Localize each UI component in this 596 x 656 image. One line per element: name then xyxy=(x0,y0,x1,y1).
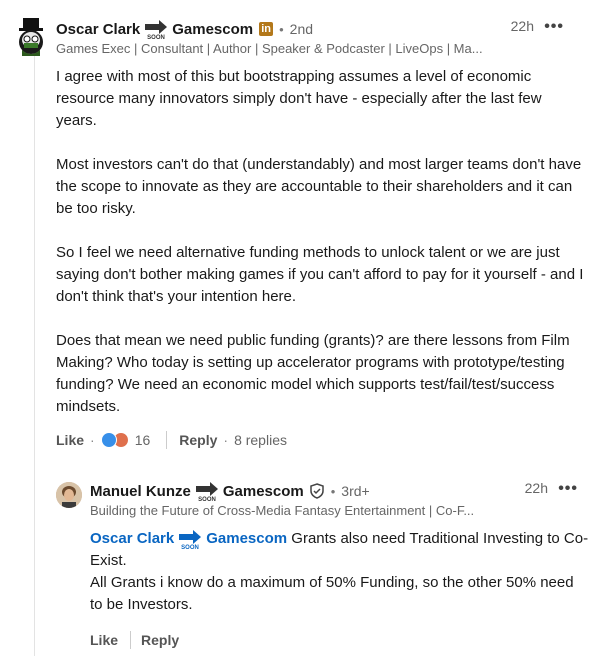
reactions[interactable] xyxy=(100,432,129,448)
reply-button[interactable]: Reply xyxy=(179,432,217,448)
svg-text:SOON: SOON xyxy=(181,545,199,550)
soon-arrow-icon: SOON xyxy=(179,530,202,550)
comment-body: I agree with most of this but bootstrapp… xyxy=(56,66,586,440)
divider xyxy=(166,431,168,449)
author-headline: Building the Future of Cross-Media Fanta… xyxy=(90,503,475,518)
replies-count-link[interactable]: 8 replies xyxy=(234,432,287,448)
more-options-icon[interactable]: ••• xyxy=(544,18,564,36)
manuel-avatar[interactable] xyxy=(56,482,82,508)
author-name-event[interactable]: Gamescom xyxy=(172,21,253,38)
soon-arrow-icon: SOON xyxy=(145,20,168,40)
linkedin-badge-icon: in xyxy=(259,22,274,36)
author-name[interactable]: Oscar Clark xyxy=(56,21,140,38)
more-options-icon[interactable]: ••• xyxy=(558,480,578,498)
reply-header: Manuel Kunze SOON Gamescom • 3rd+ Buildi… xyxy=(90,480,582,518)
comment-header: Oscar Clark SOON Gamescom in • 2nd Games… xyxy=(56,18,582,56)
author-headline: Games Exec | Consultant | Author | Speak… xyxy=(56,41,483,56)
connection-degree: 2nd xyxy=(289,21,314,37)
like-reaction-icon xyxy=(100,432,117,448)
oscar-avatar[interactable] xyxy=(14,18,48,56)
reply-body: Oscar Clark SOON Gamescom Grants also ne… xyxy=(90,528,590,616)
svg-text:SOON: SOON xyxy=(198,497,216,502)
soon-arrow-icon: SOON xyxy=(195,482,218,502)
thread-line xyxy=(34,56,35,656)
author-name[interactable]: Manuel Kunze xyxy=(90,483,191,500)
svg-text:SOON: SOON xyxy=(147,35,165,40)
separator-dot: • xyxy=(330,483,336,499)
verified-shield-icon xyxy=(309,483,324,499)
reply-line-2: All Grants i know do a maximum of 50% Fu… xyxy=(90,574,574,614)
timestamp: 22h xyxy=(510,18,534,34)
reply-actions: Like Reply xyxy=(90,630,179,650)
like-button[interactable]: Like xyxy=(56,432,84,448)
reaction-count[interactable]: 16 xyxy=(135,432,151,448)
reply-button[interactable]: Reply xyxy=(141,632,179,648)
connection-degree: 3rd+ xyxy=(341,483,370,499)
paragraph: So I feel we need alternative funding me… xyxy=(56,244,584,305)
like-button[interactable]: Like xyxy=(90,632,118,648)
separator-dot: · xyxy=(90,432,95,448)
reply-line-1: Oscar Clark SOON Gamescom Grants also ne… xyxy=(90,528,590,572)
separator-dot: · xyxy=(223,432,229,448)
paragraph: Most investors can't do that (understand… xyxy=(56,156,582,217)
comment-actions: Like · 16 Reply · 8 replies xyxy=(56,430,287,450)
paragraph: I agree with most of this but bootstrapp… xyxy=(56,68,542,129)
mention-link[interactable]: Oscar Clark xyxy=(90,530,174,547)
paragraph: Does that mean we need public funding (g… xyxy=(56,332,570,415)
timestamp: 22h xyxy=(524,480,548,496)
separator-dot: • xyxy=(279,21,284,37)
divider xyxy=(130,631,132,649)
mention-link-event[interactable]: Gamescom xyxy=(206,530,287,547)
author-name-event[interactable]: Gamescom xyxy=(223,483,304,500)
